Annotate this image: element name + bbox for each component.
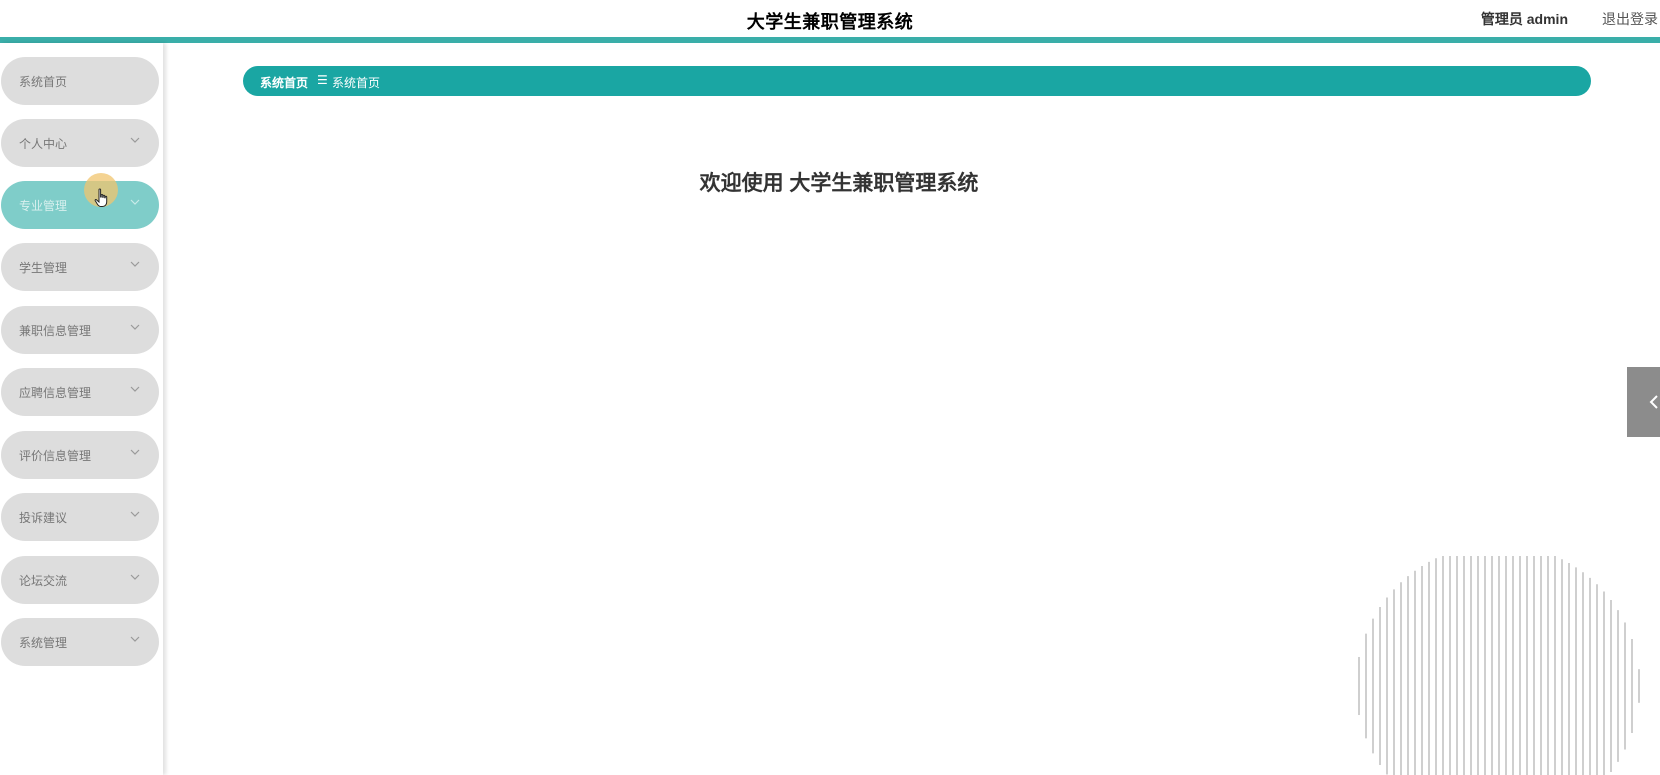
sidebar-item-major-management[interactable]: 专业管理 xyxy=(1,181,159,229)
chevron-down-icon xyxy=(130,574,140,580)
sidebar-item-label: 评价信息管理 xyxy=(19,449,92,463)
sidebar-item-parttime-info-management[interactable]: 兼职信息管理 xyxy=(1,306,159,354)
breadcrumb: 系统首页 ☰ 系统首页 xyxy=(243,66,1591,96)
chevron-down-icon xyxy=(130,449,140,455)
sidebar-item-student-management[interactable]: 学生管理 xyxy=(1,243,159,291)
side-panel-toggle-button[interactable] xyxy=(1627,367,1660,437)
sidebar-item-label: 应聘信息管理 xyxy=(19,386,92,400)
sidebar-item-review-info-management[interactable]: 评价信息管理 xyxy=(1,431,159,479)
sidebar-item-personal-center[interactable]: 个人中心 xyxy=(1,119,159,167)
sidebar-item-label: 学生管理 xyxy=(19,261,68,275)
breadcrumb-separator-icon: ☰ xyxy=(317,73,328,87)
logout-link[interactable]: 退出登录 xyxy=(1602,9,1658,29)
sidebar-item-label: 系统首页 xyxy=(19,75,68,89)
sidebar-item-label: 论坛交流 xyxy=(19,574,68,588)
header-divider xyxy=(0,37,1660,43)
sidebar-item-label: 投诉建议 xyxy=(19,511,68,525)
sidebar-item-application-info-management[interactable]: 应聘信息管理 xyxy=(1,368,159,416)
hand-pointer-icon xyxy=(94,188,108,207)
decorative-striped-circle xyxy=(1358,556,1640,775)
sidebar: 系统首页 个人中心 专业管理 学生管理 兼职信息管理 应聘信息管理 评价信息管理… xyxy=(0,43,163,775)
sidebar-item-forum[interactable]: 论坛交流 xyxy=(1,556,159,604)
chevron-down-icon xyxy=(130,199,140,205)
breadcrumb-current: 系统首页 xyxy=(332,76,381,90)
current-user-label: 管理员 admin xyxy=(1480,11,1568,27)
top-header: 大学生兼职管理系统 管理员 admin 退出登录 xyxy=(0,0,1660,38)
chevron-down-icon xyxy=(130,261,140,267)
sidebar-item-label: 兼职信息管理 xyxy=(19,324,92,338)
sidebar-item-label: 系统管理 xyxy=(19,636,68,650)
chevron-down-icon xyxy=(130,137,140,143)
chevron-down-icon xyxy=(130,636,140,642)
app-title: 大学生兼职管理系统 xyxy=(746,12,914,32)
chevron-down-icon xyxy=(130,324,140,330)
welcome-heading: 欢迎使用 大学生兼职管理系统 xyxy=(699,172,979,195)
sidebar-item-label: 个人中心 xyxy=(19,137,68,151)
sidebar-item-label: 专业管理 xyxy=(19,199,68,213)
sidebar-item-system-management[interactable]: 系统管理 xyxy=(1,618,159,666)
sidebar-item-home[interactable]: 系统首页 xyxy=(1,57,159,105)
chevron-left-icon xyxy=(1649,395,1658,409)
chevron-down-icon xyxy=(130,511,140,517)
chevron-down-icon xyxy=(130,386,140,392)
breadcrumb-home[interactable]: 系统首页 xyxy=(260,74,308,91)
sidebar-item-complaints[interactable]: 投诉建议 xyxy=(1,493,159,541)
